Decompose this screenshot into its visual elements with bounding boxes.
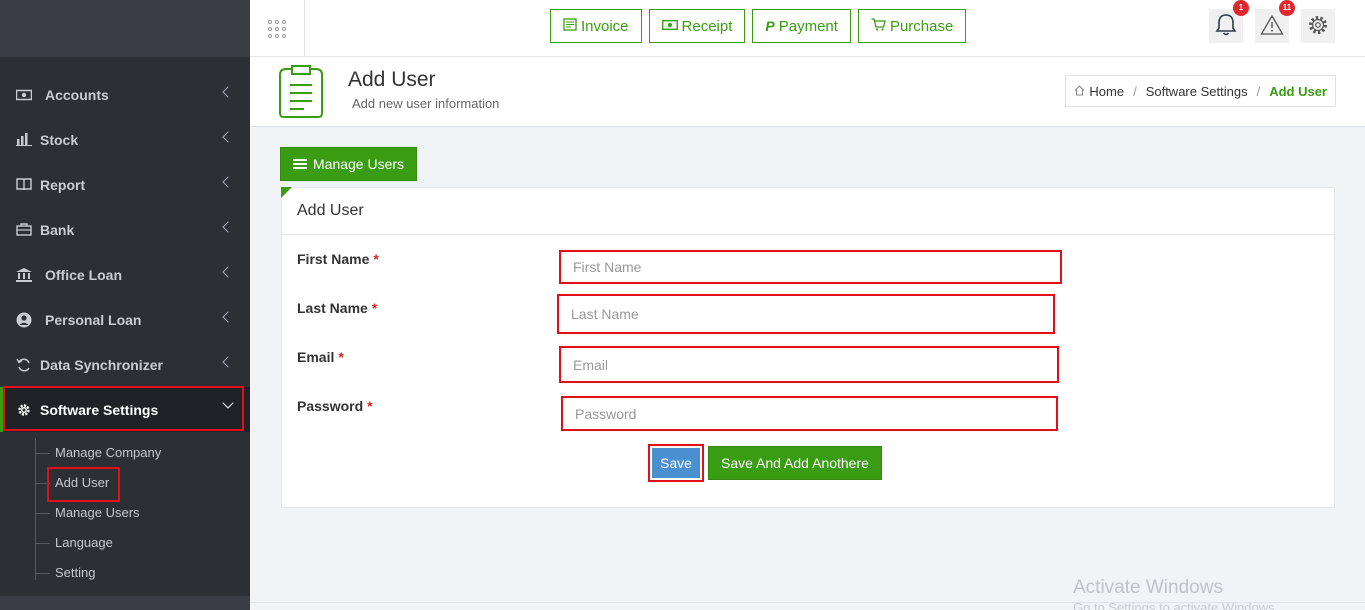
- sidebar-item-label: Stock: [40, 131, 79, 148]
- chevron-left-icon: [222, 311, 234, 323]
- sidebar-item-label: Software Settings: [40, 401, 159, 418]
- app-grid-button[interactable]: [250, 0, 305, 57]
- alerts-button[interactable]: 11: [1255, 0, 1295, 43]
- gear-icon: [1306, 13, 1330, 40]
- sidebar-item-personal-loan[interactable]: Personal Loan: [0, 297, 250, 342]
- sidebar-item-label: Data Synchronizer: [40, 356, 163, 373]
- submenu-item-language[interactable]: Language: [0, 528, 250, 558]
- email-label: Email *: [297, 349, 344, 365]
- settings-button[interactable]: [1301, 9, 1335, 43]
- chevron-left-icon: [222, 266, 234, 278]
- chevron-down-icon: [222, 397, 234, 409]
- money-icon: [15, 88, 33, 102]
- purchase-label: Purchase: [889, 17, 954, 35]
- card-title: Add User: [282, 188, 1334, 235]
- sidebar-item-bank[interactable]: Bank: [0, 207, 250, 252]
- receipt-label: Receipt: [681, 17, 733, 35]
- book-icon: [15, 178, 33, 192]
- save-button[interactable]: Save: [648, 444, 704, 482]
- sidebar-item-stock[interactable]: Stock: [0, 117, 250, 162]
- clipboard-icon: [278, 65, 324, 122]
- sidebar-item-software-settings[interactable]: Software Settings: [0, 387, 250, 432]
- cart-icon: [871, 18, 886, 34]
- bank-icon: [15, 267, 33, 282]
- chevron-left-icon: [222, 356, 234, 368]
- chevron-left-icon: [222, 176, 234, 188]
- activate-windows-hint: Go to Settings to activate Windows.: [1073, 600, 1279, 610]
- gear-icon: [15, 403, 33, 417]
- paypal-icon: P: [765, 18, 775, 34]
- sidebar-nav: Accounts Stock Report Bank Office Loan P…: [0, 72, 250, 432]
- password-label: Password *: [297, 398, 373, 414]
- grid-icon: [268, 19, 286, 38]
- password-field[interactable]: [561, 396, 1058, 431]
- activate-windows-watermark: Activate Windows: [1073, 577, 1223, 598]
- first-name-label: First Name *: [297, 251, 379, 267]
- submenu-item-manage-company[interactable]: Manage Company: [0, 438, 250, 468]
- breadcrumb-home[interactable]: Home: [1089, 84, 1124, 99]
- user-circle-icon: [15, 312, 33, 327]
- last-name-label: Last Name *: [297, 300, 378, 316]
- last-name-input[interactable]: [557, 294, 1055, 334]
- invoice-icon: [563, 18, 577, 34]
- add-user-card: Add User First Name* Last Name* Email* P…: [281, 187, 1335, 508]
- alert-badge: 11: [1279, 0, 1295, 16]
- settings-submenu: Manage Company Add User Manage Users Lan…: [0, 432, 250, 588]
- page-subtitle: Add new user information: [352, 96, 500, 111]
- receipt-button[interactable]: Receipt: [648, 9, 746, 43]
- save-label: Save: [652, 448, 700, 478]
- sidebar-item-office-loan[interactable]: Office Loan: [0, 252, 250, 297]
- first-name-input[interactable]: [559, 250, 1062, 284]
- invoice-button[interactable]: Invoice: [550, 9, 642, 43]
- sidebar-item-label: Report: [40, 176, 86, 193]
- sidebar-item-label: Bank: [40, 221, 75, 238]
- chevron-left-icon: [222, 221, 234, 233]
- sidebar-item-accounts[interactable]: Accounts: [0, 72, 250, 117]
- sidebar-logo-area: [0, 0, 250, 57]
- sidebar-item-label: Office Loan: [45, 266, 123, 283]
- breadcrumb-current: Add User: [1269, 83, 1327, 99]
- invoice-label: Invoice: [581, 17, 629, 35]
- bar-chart-icon: [15, 133, 33, 147]
- sidebar: Accounts Stock Report Bank Office Loan P…: [0, 0, 250, 610]
- breadcrumb-software-settings[interactable]: Software Settings: [1146, 84, 1248, 99]
- email-field[interactable]: [559, 346, 1059, 383]
- bell-icon: [1215, 13, 1237, 40]
- payment-button[interactable]: P Payment: [752, 9, 851, 43]
- notifications-button[interactable]: 1: [1209, 0, 1249, 43]
- quick-actions: Invoice Receipt P Payment Purchase: [550, 9, 967, 43]
- receipt-icon: [661, 18, 678, 34]
- home-icon: [1074, 84, 1085, 99]
- manage-users-button[interactable]: Manage Users: [280, 147, 418, 181]
- submenu-item-manage-users[interactable]: Manage Users: [0, 498, 250, 528]
- payment-label: Payment: [778, 17, 838, 35]
- submenu-item-add-user[interactable]: Add User: [0, 468, 250, 498]
- sidebar-item-label: Personal Loan: [45, 311, 142, 328]
- page-header: Add User Add new user information Home /…: [250, 57, 1365, 127]
- purchase-button[interactable]: Purchase: [857, 9, 967, 43]
- sync-icon: [15, 357, 33, 372]
- submenu-item-setting[interactable]: Setting: [0, 558, 250, 588]
- notification-badge: 1: [1233, 0, 1249, 16]
- safe-icon: [15, 223, 33, 237]
- list-icon: [293, 159, 307, 169]
- sidebar-item-label: Accounts: [45, 86, 109, 103]
- top-header: Invoice Receipt P Payment Purchase 1 11: [250, 0, 1365, 57]
- breadcrumb: Home / Software Settings / Add User: [1065, 75, 1336, 107]
- warning-icon: [1260, 14, 1284, 39]
- sidebar-item-report[interactable]: Report: [0, 162, 250, 207]
- chevron-left-icon: [222, 86, 234, 98]
- chevron-left-icon: [222, 131, 234, 143]
- manage-users-label: Manage Users: [313, 156, 405, 172]
- page-title: Add User: [348, 68, 436, 91]
- save-and-add-another-button[interactable]: Save And Add Anothere: [708, 446, 882, 480]
- sidebar-footer: [0, 596, 250, 610]
- sidebar-item-data-synchronizer[interactable]: Data Synchronizer: [0, 342, 250, 387]
